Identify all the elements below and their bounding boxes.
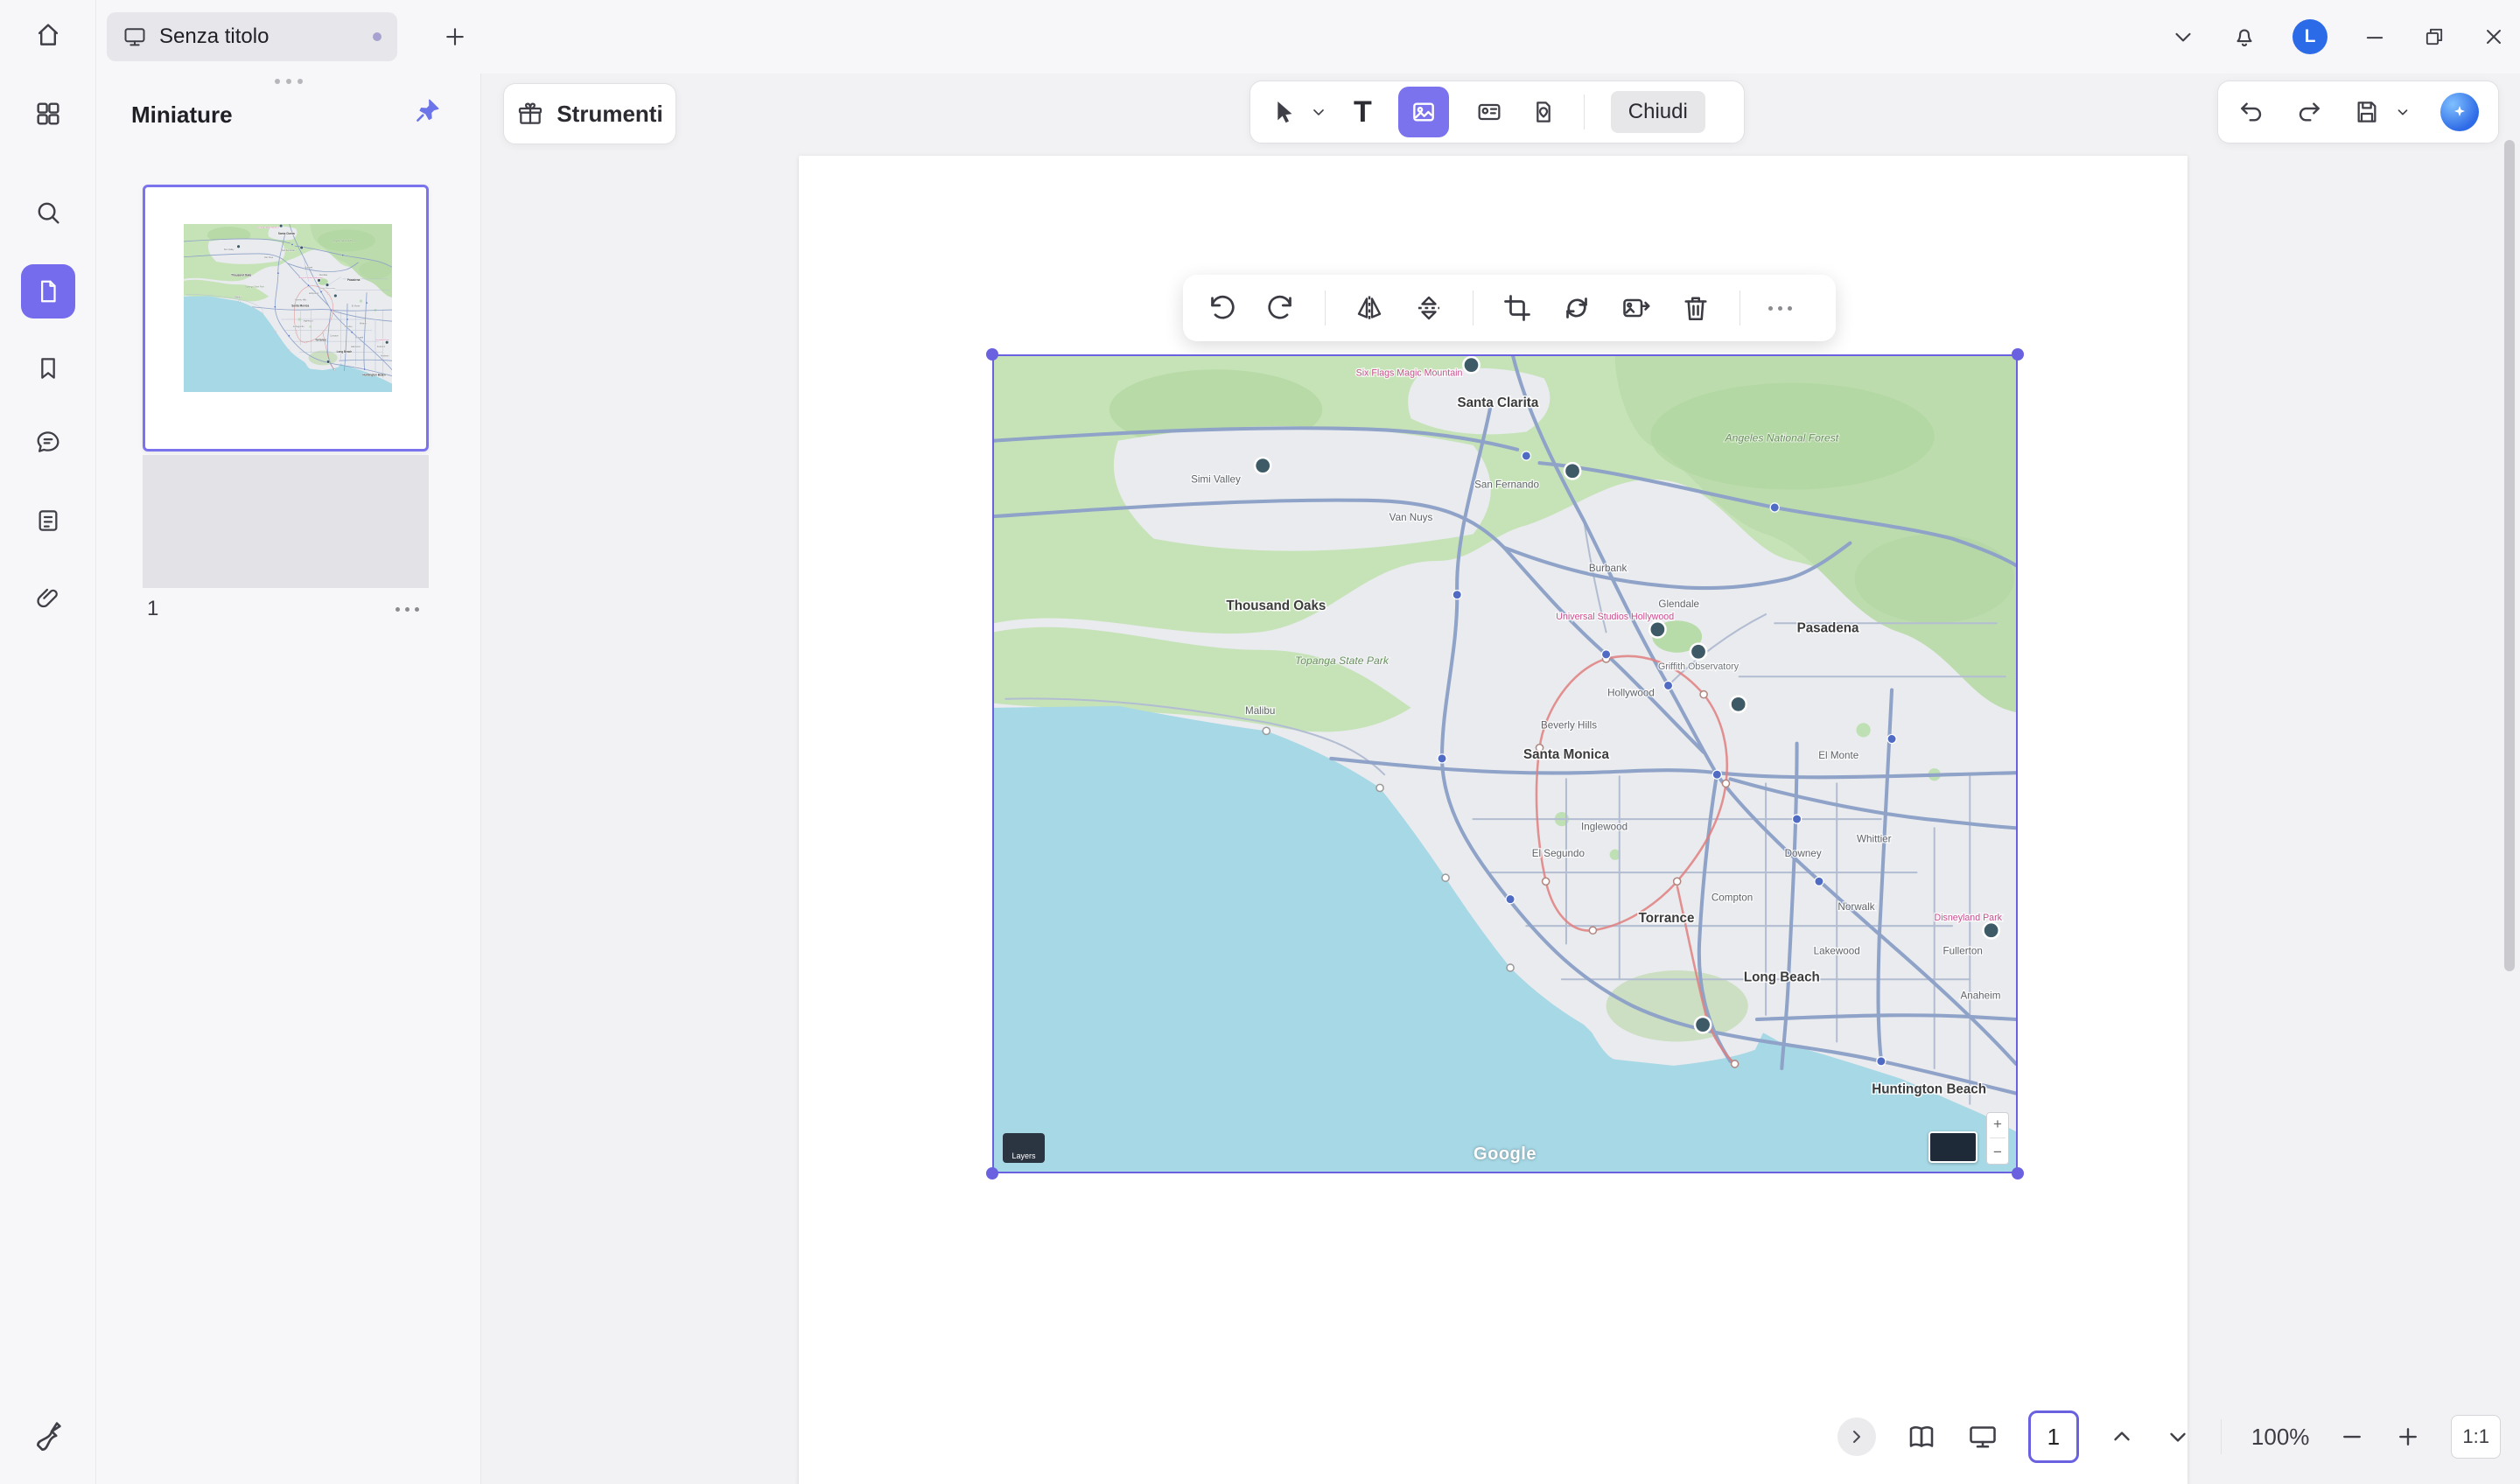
flip-horizontal-icon[interactable] (1354, 292, 1385, 324)
thumbnails-panel: Miniature 1 (96, 74, 481, 1484)
sidebar-item-document[interactable] (21, 264, 75, 318)
main-toolbar: T Chiudi (1250, 80, 1745, 144)
zoom-level[interactable]: 100% (2251, 1424, 2310, 1451)
comment-icon[interactable] (33, 427, 63, 457)
paperclip-icon[interactable] (34, 584, 62, 612)
actual-size-button[interactable]: 1:1 (2451, 1415, 2501, 1459)
select-tool-chevron-icon[interactable] (1310, 103, 1327, 121)
ai-assistant-icon[interactable] (2440, 93, 2479, 131)
page-thumbnail[interactable] (143, 185, 429, 452)
scrollbar-thumb[interactable] (2504, 140, 2515, 971)
toolbar-divider (1584, 94, 1585, 130)
unsaved-indicator (373, 32, 382, 41)
app-logo-icon[interactable] (31, 1418, 66, 1452)
status-bar: 1 100% 1:1 (1838, 1409, 2501, 1465)
image-selection-toolbar (1183, 275, 1836, 341)
left-rail (0, 0, 96, 1484)
page-thumbnail-map (184, 224, 392, 392)
flip-vertical-icon[interactable] (1413, 292, 1445, 324)
change-image-icon[interactable] (1620, 292, 1652, 324)
pin-icon[interactable] (412, 96, 442, 126)
collapse-arrow-icon[interactable] (1838, 1418, 1876, 1456)
selection-handle-ne[interactable] (2012, 348, 2024, 360)
rotate-cw-icon[interactable] (1265, 292, 1297, 324)
tools-button[interactable]: Strumenti (503, 83, 676, 144)
previous-page-icon[interactable] (2109, 1424, 2135, 1450)
search-icon[interactable] (33, 198, 63, 228)
next-page-icon[interactable] (2165, 1424, 2191, 1450)
monitor-icon (122, 24, 147, 49)
save-icon[interactable] (2353, 98, 2381, 126)
scrollbar (2504, 79, 2515, 1470)
close-tool-button[interactable]: Chiudi (1611, 91, 1705, 133)
rotate-ccw-icon[interactable] (1206, 292, 1237, 324)
undo-icon[interactable] (2237, 98, 2265, 126)
select-tool[interactable] (1270, 98, 1298, 126)
thumbnail-more-icon[interactable] (396, 607, 419, 612)
new-tab-button[interactable] (442, 24, 468, 50)
close-button[interactable] (2482, 24, 2506, 49)
minimize-button[interactable] (2362, 24, 2387, 49)
selection-handle-se[interactable] (2012, 1167, 2024, 1180)
save-chevron-icon[interactable] (2395, 104, 2411, 120)
book-icon[interactable] (1906, 1421, 1937, 1452)
card-tool[interactable] (1475, 98, 1503, 126)
app-window: Senza titolo L (0, 0, 2520, 1484)
page-number-input[interactable]: 1 (2028, 1410, 2079, 1463)
thumbnail-placeholder (143, 455, 429, 588)
selection-handle-sw[interactable] (986, 1167, 998, 1180)
tools-button-label: Strumenti (556, 101, 662, 128)
selection-more-icon[interactable] (1768, 306, 1792, 311)
image-selection-outline (992, 354, 2018, 1173)
place-tool[interactable] (1530, 98, 1558, 126)
canvas-area: Strumenti T Chiudi (482, 74, 2520, 1484)
thumbnail-page-number: 1 (147, 597, 158, 621)
document-tab[interactable]: Senza titolo (107, 12, 397, 61)
drag-grip-icon[interactable] (275, 79, 303, 84)
apps-grid-icon[interactable] (33, 99, 63, 129)
zoom-in-icon[interactable] (2395, 1424, 2421, 1450)
titlebar-controls: L (2170, 0, 2506, 74)
trash-icon[interactable] (1680, 292, 1712, 324)
presentation-icon[interactable] (1967, 1421, 1998, 1452)
image-tool[interactable] (1398, 87, 1449, 137)
redo-icon[interactable] (2295, 98, 2323, 126)
notes-icon[interactable] (34, 507, 62, 535)
home-icon[interactable] (33, 20, 63, 50)
gift-icon (516, 100, 544, 128)
crop-icon[interactable] (1502, 292, 1533, 324)
titlebar: Senza titolo L (0, 0, 2520, 74)
tab-title: Senza titolo (159, 24, 360, 49)
selection-handle-nw[interactable] (986, 348, 998, 360)
restore-button[interactable] (2422, 24, 2446, 49)
zoom-out-icon[interactable] (2339, 1424, 2365, 1450)
panel-title: Miniature (131, 102, 233, 129)
bookmark-icon[interactable] (34, 354, 62, 382)
avatar[interactable]: L (2292, 19, 2328, 54)
notifications-button[interactable] (2231, 24, 2258, 50)
collapse-toolbar-button[interactable] (2170, 24, 2196, 50)
history-toolbar (2217, 80, 2499, 144)
replace-icon[interactable] (1561, 292, 1592, 324)
text-tool[interactable]: T (1354, 97, 1372, 127)
